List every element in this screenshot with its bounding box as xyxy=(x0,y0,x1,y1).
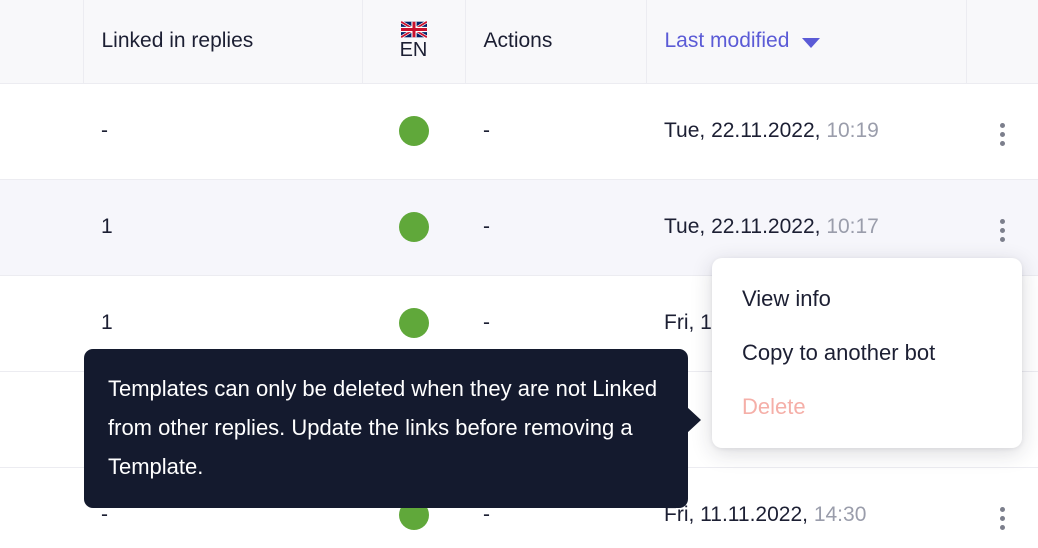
cell-time: 14:30 xyxy=(813,503,867,526)
column-header-linked-in-replies: Linked in replies xyxy=(83,0,363,84)
column-header-linked-label: Linked in replies xyxy=(101,29,254,53)
cell-last-modified: Fri, 11.11.2022, 14:30 xyxy=(646,467,966,548)
column-header-actions-label: Actions xyxy=(483,29,553,53)
kebab-menu-icon[interactable] xyxy=(990,213,1015,248)
cell-date: Tue, 22.11.2022, xyxy=(664,119,821,142)
chevron-down-icon xyxy=(802,37,821,48)
column-header-last-modified-label: Last modified xyxy=(664,29,790,53)
row-select-cell[interactable] xyxy=(0,179,83,276)
table-header: Linked in replies EN Actions Last modifi… xyxy=(0,0,1038,84)
row-select-cell[interactable] xyxy=(0,371,83,468)
cell-language-status xyxy=(362,83,465,180)
delete-disabled-tooltip: Templates can only be deleted when they … xyxy=(84,349,701,508)
column-header-actions: Actions xyxy=(465,0,647,84)
cell-linked: 1 xyxy=(83,179,362,276)
column-header-select xyxy=(0,0,84,84)
tooltip-text: Templates can only be deleted when they … xyxy=(108,376,658,479)
cell-date: Fri, 1 xyxy=(664,311,712,334)
header-row: Linked in replies EN Actions Last modifi… xyxy=(0,0,1038,84)
cell-linked: - xyxy=(83,83,362,180)
cell-last-modified: Tue, 22.11.2022, 10:19 xyxy=(646,83,966,180)
cell-actions: - xyxy=(465,83,646,180)
row-select-cell[interactable] xyxy=(0,467,83,548)
status-dot-green xyxy=(398,308,429,338)
status-dot-green xyxy=(398,116,429,146)
row-select-cell[interactable] xyxy=(0,275,83,372)
templates-table-screen: Linked in replies EN Actions Last modifi… xyxy=(0,0,1038,548)
cell-actions: - xyxy=(465,179,646,276)
row-select-cell[interactable] xyxy=(0,83,83,180)
column-header-language-label: EN xyxy=(399,39,428,62)
column-header-language: EN xyxy=(362,0,466,84)
kebab-menu-icon[interactable] xyxy=(990,501,1015,536)
column-header-last-modified[interactable]: Last modified xyxy=(646,0,967,84)
cell-date: Tue, 22.11.2022, xyxy=(664,215,821,238)
cell-date: Fri, 11.11.2022, xyxy=(664,503,808,526)
column-header-menu xyxy=(966,0,1038,84)
kebab-menu-icon[interactable] xyxy=(990,117,1015,152)
cell-row-menu[interactable] xyxy=(966,83,1038,180)
status-dot-green xyxy=(398,212,429,242)
context-menu-item-delete: Delete xyxy=(742,394,806,419)
context-menu-item-view-info[interactable]: View info xyxy=(712,272,1022,326)
cell-row-menu[interactable] xyxy=(966,467,1038,548)
cell-time: 10:19 xyxy=(826,119,879,142)
cell-language-status xyxy=(362,179,465,276)
table-row[interactable]: - - Tue, 22.11.2022, 10:19 xyxy=(0,83,1038,180)
row-context-menu: View info Copy to another bot Delete xyxy=(712,258,1022,448)
sort-last-modified-button[interactable]: Last modified xyxy=(665,29,821,53)
uk-flag-icon xyxy=(400,21,427,39)
cell-time: 10:17 xyxy=(826,215,879,238)
context-menu-item-copy-to-another-bot[interactable]: Copy to another bot xyxy=(712,326,1022,380)
tooltip-arrow-icon xyxy=(687,407,701,433)
